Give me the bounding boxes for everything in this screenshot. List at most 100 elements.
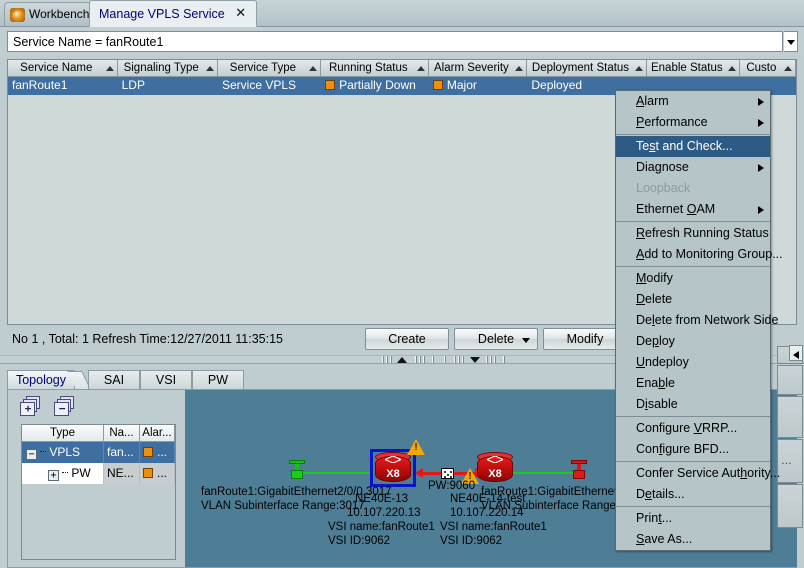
column-header-3[interactable]: Running Status <box>320 60 429 77</box>
sort-ascending-icon[interactable] <box>783 66 792 71</box>
column-header-label: Signaling Type <box>123 62 199 74</box>
tree-alarm-label: ... <box>157 466 168 480</box>
access-link-right <box>505 472 577 474</box>
menu-item-disable[interactable]: Disable <box>616 394 770 415</box>
menu-item-deploy[interactable]: Deploy <box>616 331 770 352</box>
menu-item-performance[interactable]: Performance <box>616 112 770 133</box>
menu-item-details[interactable]: Details... <box>616 484 770 505</box>
node-ne40e-14-test[interactable]: X8 <box>475 452 515 484</box>
context-menu[interactable]: Alarm Performance Test and Check... Diagnos… <box>615 90 783 551</box>
menu-item-add-to-monitoring-group[interactable]: Add to Monitoring Group... <box>616 244 783 265</box>
sort-ascending-icon[interactable] <box>727 66 736 71</box>
menu-item-delete[interactable]: Delete <box>616 289 770 310</box>
menu-item-modify[interactable]: Modify <box>616 268 770 289</box>
tree-column-header-1[interactable]: Na... <box>104 425 140 442</box>
expand-all-icon[interactable]: + <box>20 396 44 418</box>
tab-workbench[interactable]: Workbench <box>4 2 101 26</box>
legend-cell-2[interactable] <box>777 365 803 395</box>
tree-row[interactable]: + PW NE...... <box>22 463 175 484</box>
submenu-arrow-icon <box>758 206 764 214</box>
menu-item-configure-bfd[interactable]: Configure BFD... <box>616 439 770 460</box>
record-count-status: No 1 , Total: 1 Refresh Time:12/27/2011 … <box>12 332 284 346</box>
tab-sai[interactable]: SAI <box>88 370 140 389</box>
menu-item-confer-service-authority[interactable]: Confer Service Authority... <box>616 463 780 484</box>
column-header-2[interactable]: Service Type <box>217 60 321 77</box>
tree-type-label: VPLS <box>46 445 81 459</box>
menu-item-label: Delete <box>636 292 673 306</box>
menu-separator <box>616 461 770 462</box>
sort-ascending-icon[interactable] <box>634 66 643 71</box>
sort-ascending-icon[interactable] <box>205 66 214 71</box>
tree-column-header-2[interactable]: Alar... <box>140 425 175 442</box>
tab-manage-vpls-service[interactable]: Manage VPLS Service ✕ <box>89 0 258 27</box>
filter-dropdown-button[interactable] <box>784 31 798 52</box>
cpe-left-icon[interactable] <box>289 460 305 482</box>
menu-item-test-and-check[interactable]: Test and Check... <box>616 136 770 157</box>
submenu-arrow-icon <box>758 119 764 127</box>
tab-label: SAI <box>103 373 125 387</box>
column-header-0[interactable]: Service Name <box>8 60 118 77</box>
menu-item-label: Save As... <box>636 532 693 546</box>
menu-item-ethernet-oam[interactable]: Ethernet OAM <box>616 199 770 220</box>
sort-ascending-icon[interactable] <box>105 66 114 71</box>
tab-strip: Workbench Manage VPLS Service ✕ <box>0 0 804 27</box>
chevron-down-icon[interactable] <box>522 338 530 343</box>
menu-item-enable[interactable]: Enable <box>616 373 770 394</box>
tree-column-header-0[interactable]: Type <box>22 425 104 442</box>
column-header-6[interactable]: Enable Status <box>646 60 740 77</box>
tab-manage-vpls-service-label: Manage VPLS Service <box>99 7 225 21</box>
close-icon[interactable]: ✕ <box>235 7 246 20</box>
delete-button[interactable]: Delete <box>454 328 538 350</box>
menu-item-configure-vrrp[interactable]: Configure VRRP... <box>616 418 770 439</box>
splitter-down-icon[interactable] <box>470 357 480 363</box>
application-window: Workbench Manage VPLS Service ✕ Service … <box>0 0 804 568</box>
column-header-label: Deployment Status <box>531 62 630 74</box>
legend-collapse-button[interactable] <box>789 345 803 361</box>
menu-item-save-as[interactable]: Save As... <box>616 529 770 550</box>
tree-row[interactable]: − VPLS fan...... <box>22 442 175 463</box>
create-button[interactable]: Create <box>365 328 449 350</box>
column-header-4[interactable]: Alarm Severity <box>428 60 528 77</box>
column-header-label: Running Status <box>328 62 408 74</box>
collapse-all-icon[interactable]: − <box>54 396 78 418</box>
warning-icon-left[interactable]: ! <box>407 439 425 455</box>
menu-item-diagnose[interactable]: Diagnose <box>616 157 770 178</box>
cell-text: Partially Down <box>339 78 416 92</box>
tab-label: VSI <box>155 373 177 387</box>
cell-service_type: Service VPLS <box>218 77 321 95</box>
pseudowire-node-icon[interactable] <box>441 468 454 479</box>
tree-cell-type: − VPLS <box>22 442 104 463</box>
legend-cell-5[interactable] <box>777 484 803 528</box>
column-header-7[interactable]: Custo <box>739 60 796 77</box>
sort-ascending-icon[interactable] <box>308 66 317 71</box>
menu-item-label: Modify <box>636 271 673 285</box>
menu-item-alarm[interactable]: Alarm <box>616 91 770 112</box>
status-badge <box>325 80 336 90</box>
menu-item-delete-from-network-side[interactable]: Delete from Network Side <box>616 310 778 331</box>
tab-topology[interactable]: Topology <box>7 370 75 389</box>
node-ne40e-13[interactable]: X8 <box>370 449 416 487</box>
menu-item-undeploy[interactable]: Undeploy <box>616 352 770 373</box>
router-glyph-icon <box>487 456 503 463</box>
legend-cell-3[interactable] <box>777 396 803 438</box>
tree-cell-type: + PW <box>22 463 104 484</box>
topology-tree-panel: + − Type Na... Alar... − VPLS fan...... + PW N… <box>8 390 183 567</box>
sort-ascending-icon[interactable] <box>515 66 524 71</box>
menu-item-label: Print... <box>636 511 673 525</box>
menu-separator <box>616 416 770 417</box>
sort-ascending-icon[interactable] <box>416 66 425 71</box>
tab-pw[interactable]: PW <box>192 370 244 389</box>
filter-input[interactable]: Service Name = fanRoute1 <box>7 31 783 52</box>
menu-item-print[interactable]: Print... <box>616 508 770 529</box>
column-header-label: Service Name <box>20 62 93 74</box>
column-header-1[interactable]: Signaling Type <box>117 60 218 77</box>
expand-icon[interactable]: + <box>48 470 59 481</box>
menu-item-refresh-running-status[interactable]: Refresh Running Status <box>616 223 770 244</box>
cpe-right-icon[interactable] <box>571 460 587 482</box>
splitter-grip[interactable] <box>382 356 562 363</box>
column-header-5[interactable]: Deployment Status <box>527 60 647 77</box>
collapse-icon[interactable]: − <box>26 449 37 460</box>
tab-vsi[interactable]: VSI <box>140 370 192 389</box>
legend-cell-4[interactable]: … <box>777 439 803 483</box>
splitter-up-icon[interactable] <box>397 357 407 363</box>
